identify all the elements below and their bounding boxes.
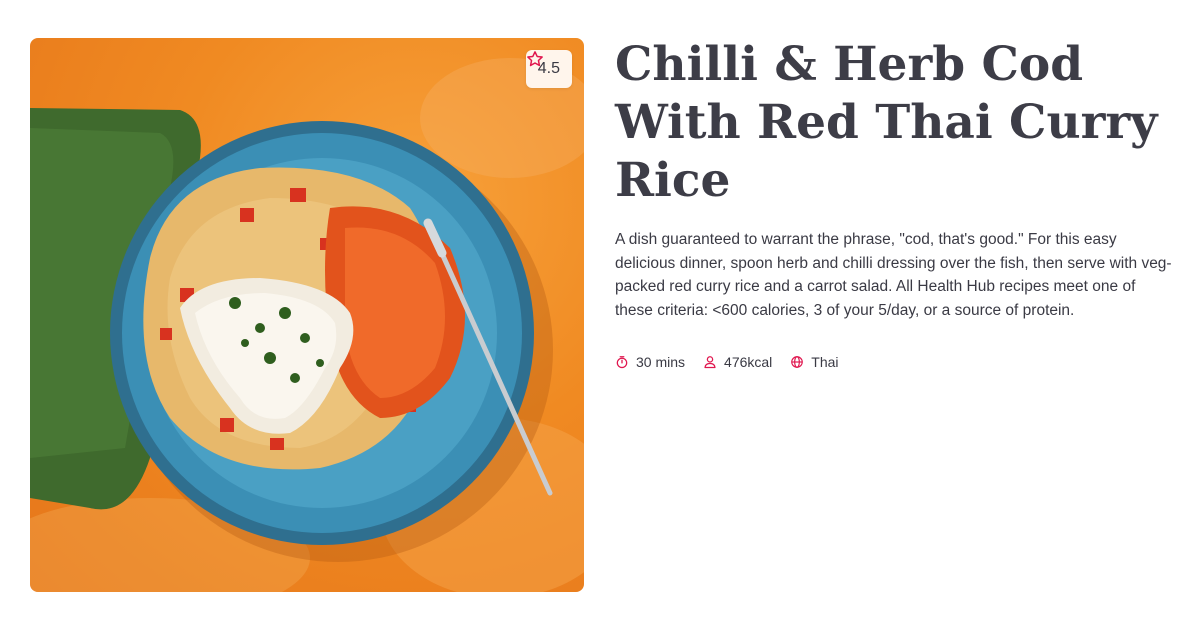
star-outline-icon bbox=[526, 51, 543, 67]
meta-time: 30 mins bbox=[615, 354, 685, 370]
meta-calories: 476kcal bbox=[703, 354, 772, 370]
rating-badge[interactable]: 4.5 bbox=[525, 50, 572, 88]
recipe-details: Chilli & Herb Cod With Red Thai Curry Ri… bbox=[615, 36, 1175, 370]
recipe-meta: 30 mins 476kcal Thai bbox=[615, 354, 1175, 370]
meta-time-value: 30 mins bbox=[636, 354, 686, 370]
recipe-description: A dish guaranteed to warrant the phrase,… bbox=[615, 231, 1172, 319]
globe-icon bbox=[791, 356, 804, 368]
plated-dish-illustration bbox=[30, 58, 584, 592]
meta-cuisine[interactable]: Thai bbox=[790, 354, 839, 370]
recipe-title: Chilli & Herb Cod With Red Thai Curry Ri… bbox=[615, 37, 1158, 208]
meta-cuisine-value: Thai bbox=[811, 354, 839, 370]
stopwatch-icon bbox=[616, 356, 628, 369]
person-icon bbox=[704, 356, 716, 369]
meta-calories-value: 476kcal bbox=[724, 354, 773, 370]
recipe-header: 4.5 Chilli & Herb Cod With Red Thai Curr… bbox=[0, 0, 1200, 630]
recipe-image: 4.5 bbox=[30, 38, 584, 592]
